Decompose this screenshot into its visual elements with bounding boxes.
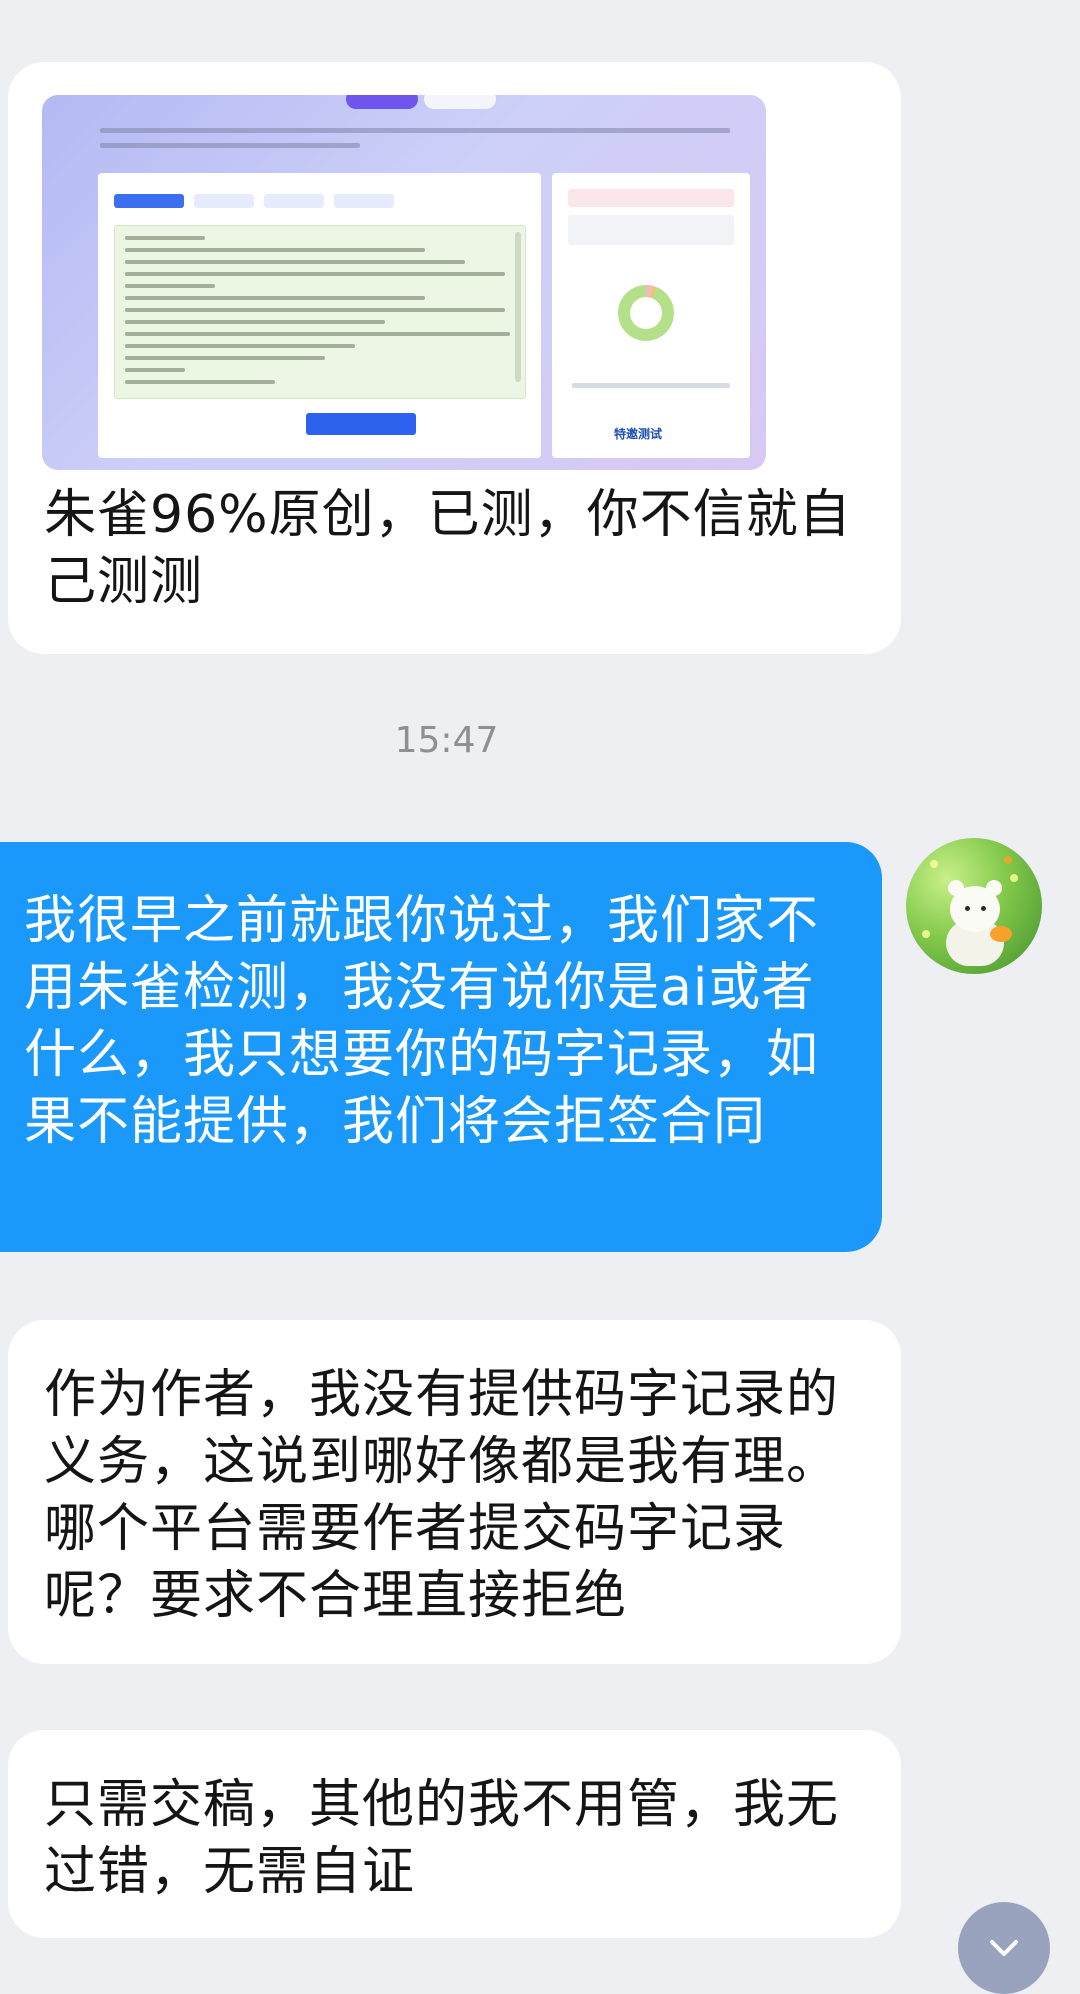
screenshot-text-line bbox=[125, 308, 505, 312]
bear-flower bbox=[990, 926, 1012, 942]
screenshot-tab-inactive bbox=[424, 95, 496, 109]
avatar-sparkle bbox=[922, 930, 930, 938]
screenshot-text-line bbox=[125, 332, 510, 336]
screenshot-text-line bbox=[125, 296, 425, 300]
screenshot-result-panel: 特邀测试 bbox=[552, 173, 750, 458]
screenshot-tab-active bbox=[346, 95, 418, 109]
bear-eye bbox=[981, 906, 986, 911]
screenshot-pill bbox=[114, 194, 184, 208]
bear-head bbox=[950, 886, 1000, 932]
screenshot-text-line bbox=[100, 143, 360, 148]
incoming-message[interactable]: 作为作者，我没有提供码字记录的义务，这说到哪好像都是我有理。哪个平台需要作者提交… bbox=[8, 1320, 901, 1664]
outgoing-message[interactable]: 我很早之前就跟你说过，我们家不用朱雀检测，我没有说你是ai或者什么，我只想要你的… bbox=[0, 842, 882, 1252]
screenshot-text-line bbox=[100, 128, 730, 133]
screenshot-pill bbox=[334, 194, 394, 208]
screenshot-text-line bbox=[125, 260, 465, 264]
avatar-sparkle bbox=[930, 860, 938, 868]
screenshot-text-line bbox=[125, 320, 385, 324]
screenshot-brand-label: 特邀测试 bbox=[614, 427, 663, 441]
screenshot-pill bbox=[264, 194, 324, 208]
screenshot-text-line bbox=[125, 344, 355, 348]
screenshot-text-line bbox=[125, 356, 325, 360]
bear-eye bbox=[965, 906, 970, 911]
message-text: 朱雀96%原创，已测，你不信就自己测测 bbox=[44, 485, 852, 612]
avatar-sparkle bbox=[1010, 874, 1018, 882]
screenshot-main-panel bbox=[98, 173, 541, 458]
donut-chart-icon bbox=[618, 285, 674, 341]
scroll-to-bottom-button[interactable] bbox=[958, 1902, 1050, 1994]
screenshot-text-line bbox=[125, 248, 425, 252]
avatar-sparkle bbox=[1004, 856, 1012, 864]
screenshot-text-line bbox=[125, 380, 275, 384]
message-text: 我很早之前就跟你说过，我们家不用朱雀检测，我没有说你是ai或者什么，我只想要你的… bbox=[24, 891, 820, 1152]
screenshot-text-line bbox=[125, 236, 205, 240]
screenshot-text-line bbox=[125, 272, 505, 276]
incoming-message[interactable]: 只需交稿，其他的我不用管，我无过错，无需自证 bbox=[8, 1730, 901, 1938]
screenshot-result-tag bbox=[568, 189, 734, 207]
screenshot-text-line bbox=[125, 368, 185, 372]
user-avatar[interactable] bbox=[906, 838, 1042, 974]
message-text: 作为作者，我没有提供码字记录的义务，这说到哪好像都是我有理。哪个平台需要作者提交… bbox=[44, 1365, 840, 1626]
chevron-down-icon bbox=[990, 1940, 1018, 1956]
detection-result-screenshot[interactable]: 特邀测试 bbox=[42, 95, 766, 470]
incoming-message-with-image[interactable]: 特邀测试 朱雀96%原创，已测，你不信就自己测测 bbox=[8, 62, 901, 654]
donut-chart-hole bbox=[630, 297, 662, 329]
screenshot-detect-button bbox=[306, 413, 416, 435]
screenshot-scrollbar bbox=[515, 232, 521, 382]
screenshot-result-note bbox=[568, 215, 734, 245]
screenshot-legend-line bbox=[572, 383, 730, 388]
message-text: 只需交稿，其他的我不用管，我无过错，无需自证 bbox=[44, 1775, 840, 1902]
screenshot-text-line bbox=[125, 284, 215, 288]
chat-timestamp: 15:47 bbox=[394, 720, 499, 761]
screenshot-text-area bbox=[114, 225, 526, 399]
screenshot-pill bbox=[194, 194, 254, 208]
